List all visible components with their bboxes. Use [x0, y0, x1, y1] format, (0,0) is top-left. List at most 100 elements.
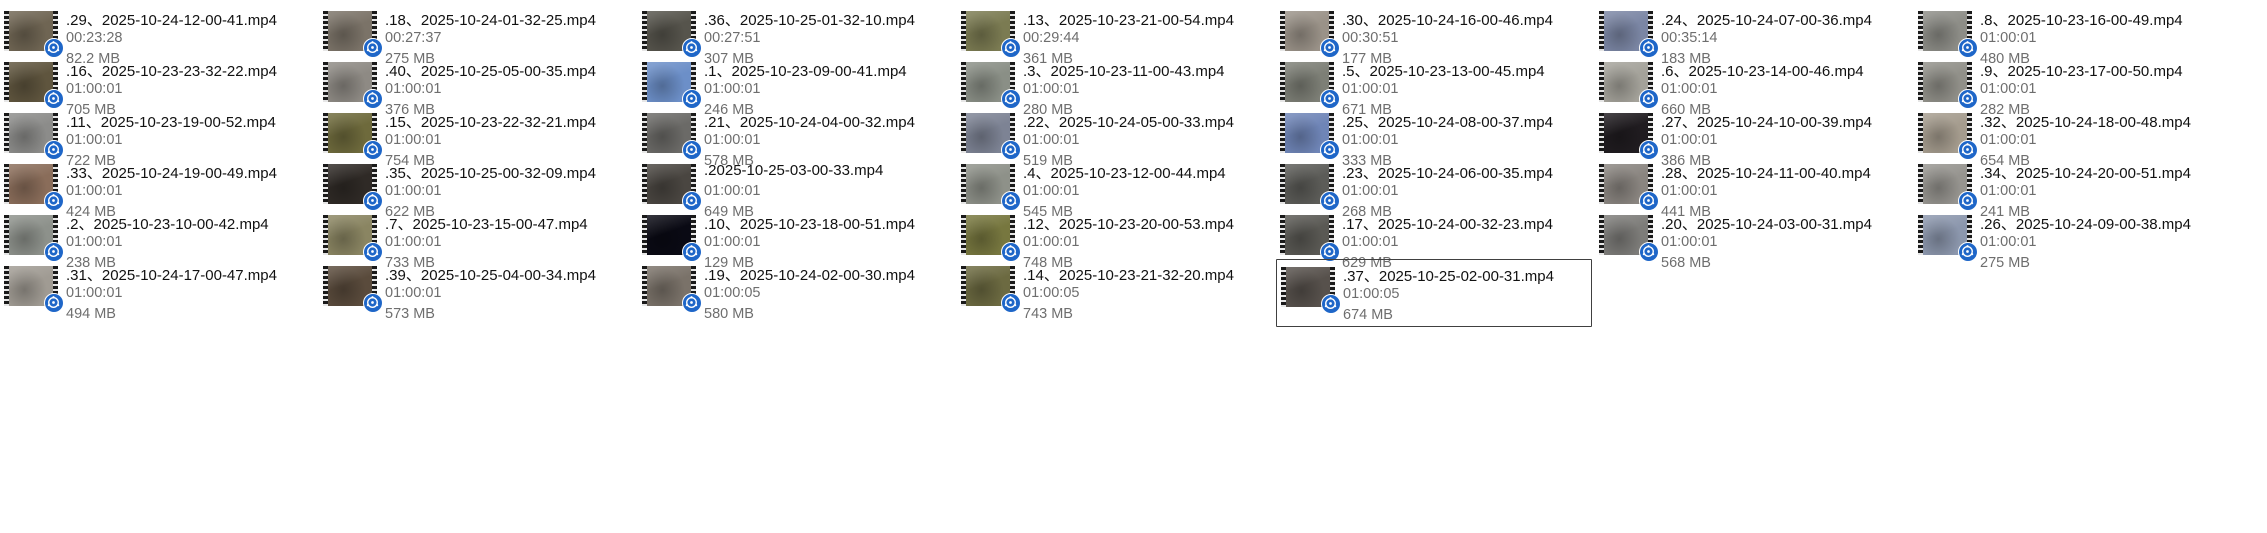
file-name: .19、2025-10-24-02-00-30.mp4: [704, 267, 915, 284]
file-name: .1、2025-10-23-09-00-41.mp4: [704, 63, 907, 80]
file-duration: 01:00:01: [1023, 132, 1080, 148]
file-duration: 01:00:01: [66, 285, 123, 301]
file-name: .27、2025-10-24-10-00-39.mp4: [1661, 114, 1872, 131]
file-duration: 01:00:01: [385, 81, 442, 97]
file-name: .32、2025-10-24-18-00-48.mp4: [1980, 114, 2191, 131]
file-duration: 01:00:01: [1980, 132, 2037, 148]
file-duration: 01:00:01: [1980, 234, 2037, 250]
file-duration: 01:00:01: [1980, 81, 2037, 97]
file-name: .21、2025-10-24-04-00-32.mp4: [704, 114, 915, 131]
file-duration: 01:00:01: [1342, 234, 1399, 250]
file-duration: 01:00:01: [704, 81, 761, 97]
file-item[interactable]: .19、2025-10-24-02-00-30.mp4 01:00:05 580 M…: [638, 259, 954, 327]
file-name: .2025-10-25-03-00-33.mp4: [704, 162, 884, 179]
file-duration: 00:27:37: [385, 30, 442, 46]
media-player-badge-icon: [363, 293, 383, 313]
file-item[interactable]: .20、2025-10-24-03-00-31.mp4 01:00:01 568 M…: [1595, 208, 1911, 276]
file-name: .36、2025-10-25-01-32-10.mp4: [704, 12, 915, 29]
file-name: .17、2025-10-24-00-32-23.mp4: [1342, 216, 1553, 233]
file-name: .31、2025-10-24-17-00-47.mp4: [66, 267, 277, 284]
file-duration: 01:00:01: [385, 234, 442, 250]
file-name: .5、2025-10-23-13-00-45.mp4: [1342, 63, 1545, 80]
file-duration: 01:00:01: [1023, 234, 1080, 250]
file-name: .30、2025-10-24-16-00-46.mp4: [1342, 12, 1553, 29]
media-player-badge-icon: [44, 293, 64, 313]
file-name: .22、2025-10-24-05-00-33.mp4: [1023, 114, 1234, 131]
file-duration: 01:00:01: [1661, 81, 1718, 97]
file-size: 743 MB: [1023, 306, 1073, 322]
file-name: .12、2025-10-23-20-00-53.mp4: [1023, 216, 1234, 233]
file-duration: 01:00:01: [704, 183, 761, 199]
file-duration: 01:00:01: [1342, 81, 1399, 97]
file-duration: 01:00:01: [66, 81, 123, 97]
file-item[interactable]: .37、2025-10-25-02-00-31.mp4 01:00:05 674 M…: [1276, 259, 1592, 327]
file-duration: 00:23:28: [66, 30, 123, 46]
file-duration: 01:00:01: [1980, 30, 2037, 46]
file-duration: 01:00:01: [1661, 183, 1718, 199]
file-duration: 01:00:01: [1661, 132, 1718, 148]
file-name: .16、2025-10-23-23-32-22.mp4: [66, 63, 277, 80]
file-size: 275 MB: [1980, 255, 2030, 271]
file-size: 568 MB: [1661, 255, 1711, 271]
media-player-badge-icon: [682, 293, 702, 313]
file-duration: 01:00:05: [1023, 285, 1080, 301]
file-name: .26、2025-10-24-09-00-38.mp4: [1980, 216, 2191, 233]
file-duration: 01:00:01: [1023, 183, 1080, 199]
media-player-badge-icon: [1321, 294, 1341, 314]
file-name: .39、2025-10-25-04-00-34.mp4: [385, 267, 596, 284]
file-item[interactable]: .31、2025-10-24-17-00-47.mp4 01:00:01 494 M…: [0, 259, 316, 327]
file-name: .37、2025-10-25-02-00-31.mp4: [1343, 268, 1554, 285]
file-name: .34、2025-10-24-20-00-51.mp4: [1980, 165, 2191, 182]
file-duration: 01:00:01: [1980, 183, 2037, 199]
file-duration: 01:00:01: [385, 132, 442, 148]
file-item[interactable]: .14、2025-10-23-21-32-20.mp4 01:00:05 743 M…: [957, 259, 1273, 327]
file-name: .9、2025-10-23-17-00-50.mp4: [1980, 63, 2183, 80]
file-duration: 01:00:01: [385, 285, 442, 301]
file-duration: 00:29:44: [1023, 30, 1080, 46]
file-name: .2、2025-10-23-10-00-42.mp4: [66, 216, 269, 233]
file-duration: 01:00:01: [66, 234, 123, 250]
file-duration: 01:00:01: [66, 183, 123, 199]
file-name: .11、2025-10-23-19-00-52.mp4: [66, 114, 276, 131]
file-duration: 00:35:14: [1661, 30, 1718, 46]
file-size: 580 MB: [704, 306, 754, 322]
file-size: 674 MB: [1343, 307, 1393, 323]
file-name: .10、2025-10-23-18-00-51.mp4: [704, 216, 915, 233]
file-name: .4、2025-10-23-12-00-44.mp4: [1023, 165, 1226, 182]
file-duration: 01:00:05: [1343, 286, 1400, 302]
file-name: .15、2025-10-23-22-32-21.mp4: [385, 114, 596, 131]
file-name: .20、2025-10-24-03-00-31.mp4: [1661, 216, 1872, 233]
file-duration: 00:30:51: [1342, 30, 1399, 46]
file-size: 573 MB: [385, 306, 435, 322]
file-duration: 01:00:01: [704, 234, 761, 250]
file-duration: 01:00:01: [66, 132, 123, 148]
file-grid: .29、2025-10-24-12-00-41.mp4 00:23:28 82.2 …: [0, 0, 2267, 533]
file-name: .3、2025-10-23-11-00-43.mp4: [1023, 63, 1225, 80]
file-name: .24、2025-10-24-07-00-36.mp4: [1661, 12, 1872, 29]
file-item[interactable]: .39、2025-10-25-04-00-34.mp4 01:00:01 573 M…: [319, 259, 635, 327]
file-duration: 01:00:05: [704, 285, 761, 301]
file-name: .40、2025-10-25-05-00-35.mp4: [385, 63, 596, 80]
file-name: .35、2025-10-25-00-32-09.mp4: [385, 165, 596, 182]
media-player-badge-icon: [1639, 242, 1659, 262]
file-duration: 00:27:51: [704, 30, 761, 46]
file-name: .7、2025-10-23-15-00-47.mp4: [385, 216, 588, 233]
file-name: .25、2025-10-24-08-00-37.mp4: [1342, 114, 1553, 131]
media-player-badge-icon: [1958, 242, 1978, 262]
file-item[interactable]: .26、2025-10-24-09-00-38.mp4 01:00:01 275 M…: [1914, 208, 2230, 276]
file-name: .28、2025-10-24-11-00-40.mp4: [1661, 165, 1871, 182]
file-duration: 01:00:01: [1661, 234, 1718, 250]
file-size: 494 MB: [66, 306, 116, 322]
file-duration: 01:00:01: [704, 132, 761, 148]
file-name: .6、2025-10-23-14-00-46.mp4: [1661, 63, 1864, 80]
file-duration: 01:00:01: [1342, 183, 1399, 199]
media-player-badge-icon: [1001, 293, 1021, 313]
file-duration: 01:00:01: [1023, 81, 1080, 97]
file-name: .33、2025-10-24-19-00-49.mp4: [66, 165, 277, 182]
file-name: .14、2025-10-23-21-32-20.mp4: [1023, 267, 1234, 284]
file-duration: 01:00:01: [385, 183, 442, 199]
file-name: .29、2025-10-24-12-00-41.mp4: [66, 12, 277, 29]
file-name: .18、2025-10-24-01-32-25.mp4: [385, 12, 596, 29]
file-duration: 01:00:01: [1342, 132, 1399, 148]
file-name: .8、2025-10-23-16-00-49.mp4: [1980, 12, 2183, 29]
